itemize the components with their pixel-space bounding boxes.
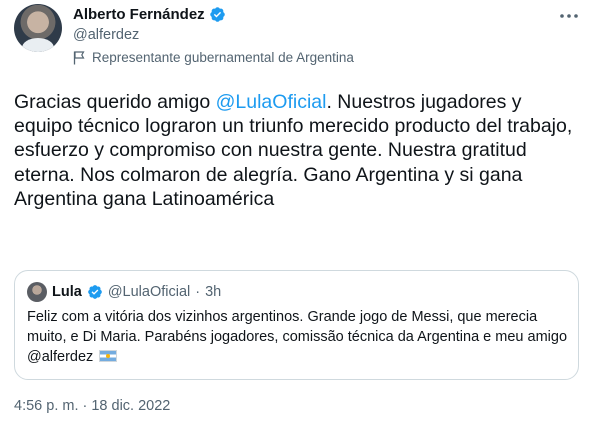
verified-badge-icon — [209, 7, 225, 22]
quoted-mention[interactable]: @alferdez — [27, 349, 93, 365]
quoted-author-avatar[interactable] — [27, 282, 47, 302]
quoted-text-part: Feliz com a vitória dos vizinhos argenti… — [27, 309, 568, 345]
author-name-row: Alberto Fernández — [73, 6, 226, 23]
tweet-text: Gracias querido amigo @LulaOficial. Nues… — [14, 90, 582, 211]
quoted-tweet-time[interactable]: 3h — [205, 284, 221, 300]
quoted-tweet-header: Lula @LulaOficial · 3h — [27, 282, 221, 302]
author-handle[interactable]: @alferdez — [73, 27, 139, 43]
flag-icon — [73, 50, 85, 64]
government-label-text: Representante gubernamental de Argentina — [92, 50, 354, 65]
government-label: Representante gubernamental de Argentina — [73, 50, 354, 65]
mention-link[interactable]: @LulaOficial — [216, 91, 327, 113]
more-options-button[interactable] — [552, 4, 586, 28]
quoted-tweet-text: Feliz com a vitória dos vizinhos argenti… — [27, 307, 572, 367]
argentina-flag-icon — [99, 350, 118, 362]
quoted-author-name[interactable]: Lula — [52, 284, 82, 300]
quoted-author-handle[interactable]: @LulaOficial — [108, 284, 190, 300]
tweet-timestamp[interactable]: 4:56 p. m. · 18 dic. 2022 — [14, 398, 170, 414]
more-horizontal-icon — [560, 14, 578, 18]
author-name[interactable]: Alberto Fernández — [73, 6, 205, 23]
meta-separator: · — [195, 284, 201, 300]
quoted-tweet[interactable]: Lula @LulaOficial · 3h Feliz com a vitór… — [14, 270, 579, 380]
tweet-text-part: Gracias querido amigo — [14, 91, 216, 113]
author-avatar[interactable] — [14, 4, 62, 52]
verified-badge-icon — [87, 285, 102, 299]
